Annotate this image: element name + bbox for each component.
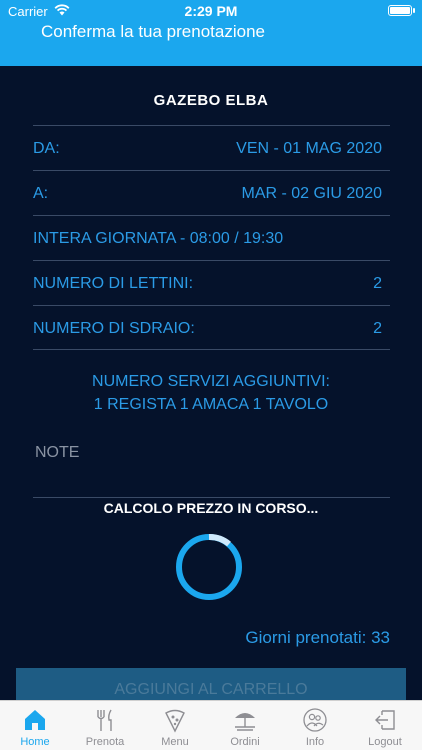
people-icon: [303, 708, 327, 732]
tab-bar: Home Prenota Menu Ordini Info Logout: [0, 700, 422, 750]
loading-spinner: [176, 534, 242, 600]
chairs-value: 2: [373, 320, 382, 337]
tab-home[interactable]: Home: [0, 701, 70, 750]
navigation-bar: Conferma la tua prenotazione: [0, 22, 422, 66]
battery-icon: [388, 5, 412, 16]
note-input[interactable]: NOTE: [35, 444, 79, 462]
tab-ordini[interactable]: Ordini: [210, 701, 280, 750]
extras-label: NUMERO SERVIZI AGGIUNTIVI:: [92, 373, 330, 390]
calc-status: CALCOLO PREZZO IN CORSO...: [103, 500, 319, 516]
tab-ordini-label: Ordini: [230, 736, 260, 748]
tab-menu-label: Menu: [161, 736, 189, 748]
note-underline: [33, 497, 390, 498]
days-booked: Giorni prenotati: 33: [245, 628, 390, 647]
period-row: INTERA GIORNATA - 08:00 / 19:30: [33, 215, 390, 260]
beds-row: NUMERO DI LETTINI: 2: [33, 260, 390, 305]
pizza-icon: [165, 709, 185, 733]
from-value: VEN - 01 MAG 2020: [236, 140, 382, 157]
tab-info-label: Info: [305, 736, 325, 748]
tab-prenota-label: Prenota: [85, 736, 125, 748]
from-date-row: DA: VEN - 01 MAG 2020: [33, 125, 390, 170]
battery-tip: [413, 8, 415, 13]
logout-icon: [375, 710, 395, 730]
to-date-row: A: MAR - 02 GIU 2020: [33, 170, 390, 215]
to-value: MAR - 02 GIU 2020: [241, 185, 383, 202]
tab-menu[interactable]: Menu: [140, 701, 210, 750]
status-bar: Carrier 2:29 PM: [0, 0, 422, 22]
tab-home-label: Home: [20, 736, 50, 748]
from-label: DA:: [33, 140, 60, 157]
beds-label: NUMERO DI LETTINI:: [33, 275, 194, 292]
chairs-row: NUMERO DI SDRAIO: 2: [33, 305, 390, 350]
beds-value: 2: [373, 275, 382, 292]
fork-knife-icon: [97, 709, 112, 731]
tab-logout-label: Logout: [368, 736, 402, 748]
umbrella-icon: [235, 713, 255, 731]
page-title: Conferma la tua prenotazione: [41, 22, 265, 41]
chairs-label: NUMERO DI SDRAIO:: [33, 320, 195, 337]
place-name: GAZEBO ELBA: [153, 92, 269, 109]
tab-info[interactable]: Info: [280, 701, 350, 750]
tab-prenota[interactable]: Prenota: [70, 701, 140, 750]
extra-services: NUMERO SERVIZI AGGIUNTIVI: 1 REGISTA 1 A…: [0, 370, 422, 416]
extras-value: 1 REGISTA 1 AMACA 1 TAVOLO: [93, 396, 329, 413]
to-label: A:: [33, 185, 49, 202]
tab-logout[interactable]: Logout: [350, 701, 420, 750]
clock: 2:29 PM: [184, 3, 238, 19]
home-icon: [25, 710, 45, 730]
period-label: INTERA GIORNATA - 08:00 / 19:30: [33, 230, 284, 247]
